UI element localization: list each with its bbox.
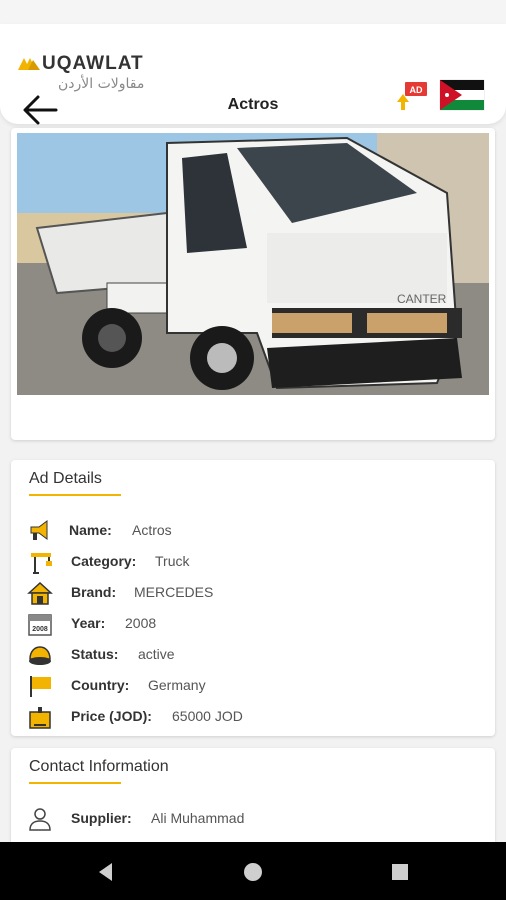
- detail-value-price: 65000 JOD: [172, 708, 243, 724]
- detail-value-name: Actros: [132, 522, 172, 538]
- page-title: Actros: [227, 96, 279, 113]
- detail-value-status: active: [138, 646, 175, 662]
- detail-value-brand: MERCEDES: [134, 584, 214, 600]
- detail-label-year: Year:: [71, 615, 106, 631]
- contact-label-supplier: Supplier:: [71, 810, 132, 826]
- calendar-icon: 2008: [28, 614, 52, 636]
- detail-row-category: Category: Truck: [27, 549, 487, 575]
- contact-info-underline: [29, 782, 121, 784]
- contact-info-title: Contact Information: [29, 758, 169, 775]
- crane-icon: [31, 553, 52, 574]
- contact-value-supplier[interactable]: Ali Muhammad: [151, 810, 244, 826]
- detail-value-year: 2008: [125, 615, 157, 631]
- ad-image-card: CANTER: [11, 128, 495, 440]
- megaphone-icon: [30, 520, 48, 540]
- ad-details-card: Ad Details Name: Actros Category: Truck …: [11, 460, 495, 736]
- nav-recents-icon[interactable]: [388, 860, 412, 884]
- truck-photo-text: CANTER: [397, 292, 447, 306]
- ad-details-title: Ad Details: [29, 470, 102, 487]
- detail-label-price: Price (JOD):: [71, 708, 152, 724]
- detail-value-country: Germany: [148, 677, 206, 693]
- logo-mark-icon: [18, 58, 40, 70]
- nav-back-icon[interactable]: [94, 860, 118, 884]
- calendar-year-text: 2008: [32, 626, 48, 633]
- detail-label-brand: Brand:: [71, 584, 117, 600]
- system-nav-bar: [0, 842, 506, 900]
- flag-icon: [30, 676, 51, 697]
- detail-row-name: Name: Actros: [27, 518, 487, 544]
- detail-row-country: Country: Germany: [27, 673, 487, 699]
- detail-row-price: Price (JOD): 65000 JOD: [27, 704, 487, 730]
- detail-row-brand: Brand: MERCEDES: [27, 580, 487, 606]
- detail-label-name: Name:: [69, 522, 112, 538]
- nav-home-icon[interactable]: [241, 860, 265, 884]
- ad-details-underline: [29, 494, 121, 496]
- detail-row-status: Status: active: [27, 642, 487, 668]
- detail-label-category: Category:: [71, 553, 137, 569]
- detail-label-country: Country:: [71, 677, 130, 693]
- detail-row-year: 2008 Year: 2008: [27, 611, 487, 637]
- price-icon: [29, 707, 51, 729]
- ad-photo[interactable]: CANTER: [17, 133, 489, 395]
- person-icon: [29, 808, 51, 831]
- detail-label-status: Status:: [71, 646, 119, 662]
- detail-value-category: Truck: [155, 553, 190, 569]
- hard-hat-icon: [29, 646, 51, 665]
- status-bar: [0, 0, 506, 24]
- house-icon: [27, 581, 53, 605]
- logo-text-en: UQAWLAT: [42, 53, 144, 74]
- ad-badge-text: AD: [410, 85, 423, 95]
- contact-row-supplier: Supplier: Ali Muhammad: [27, 806, 487, 832]
- logo-text-ar: مقاولات الأردن: [58, 76, 145, 92]
